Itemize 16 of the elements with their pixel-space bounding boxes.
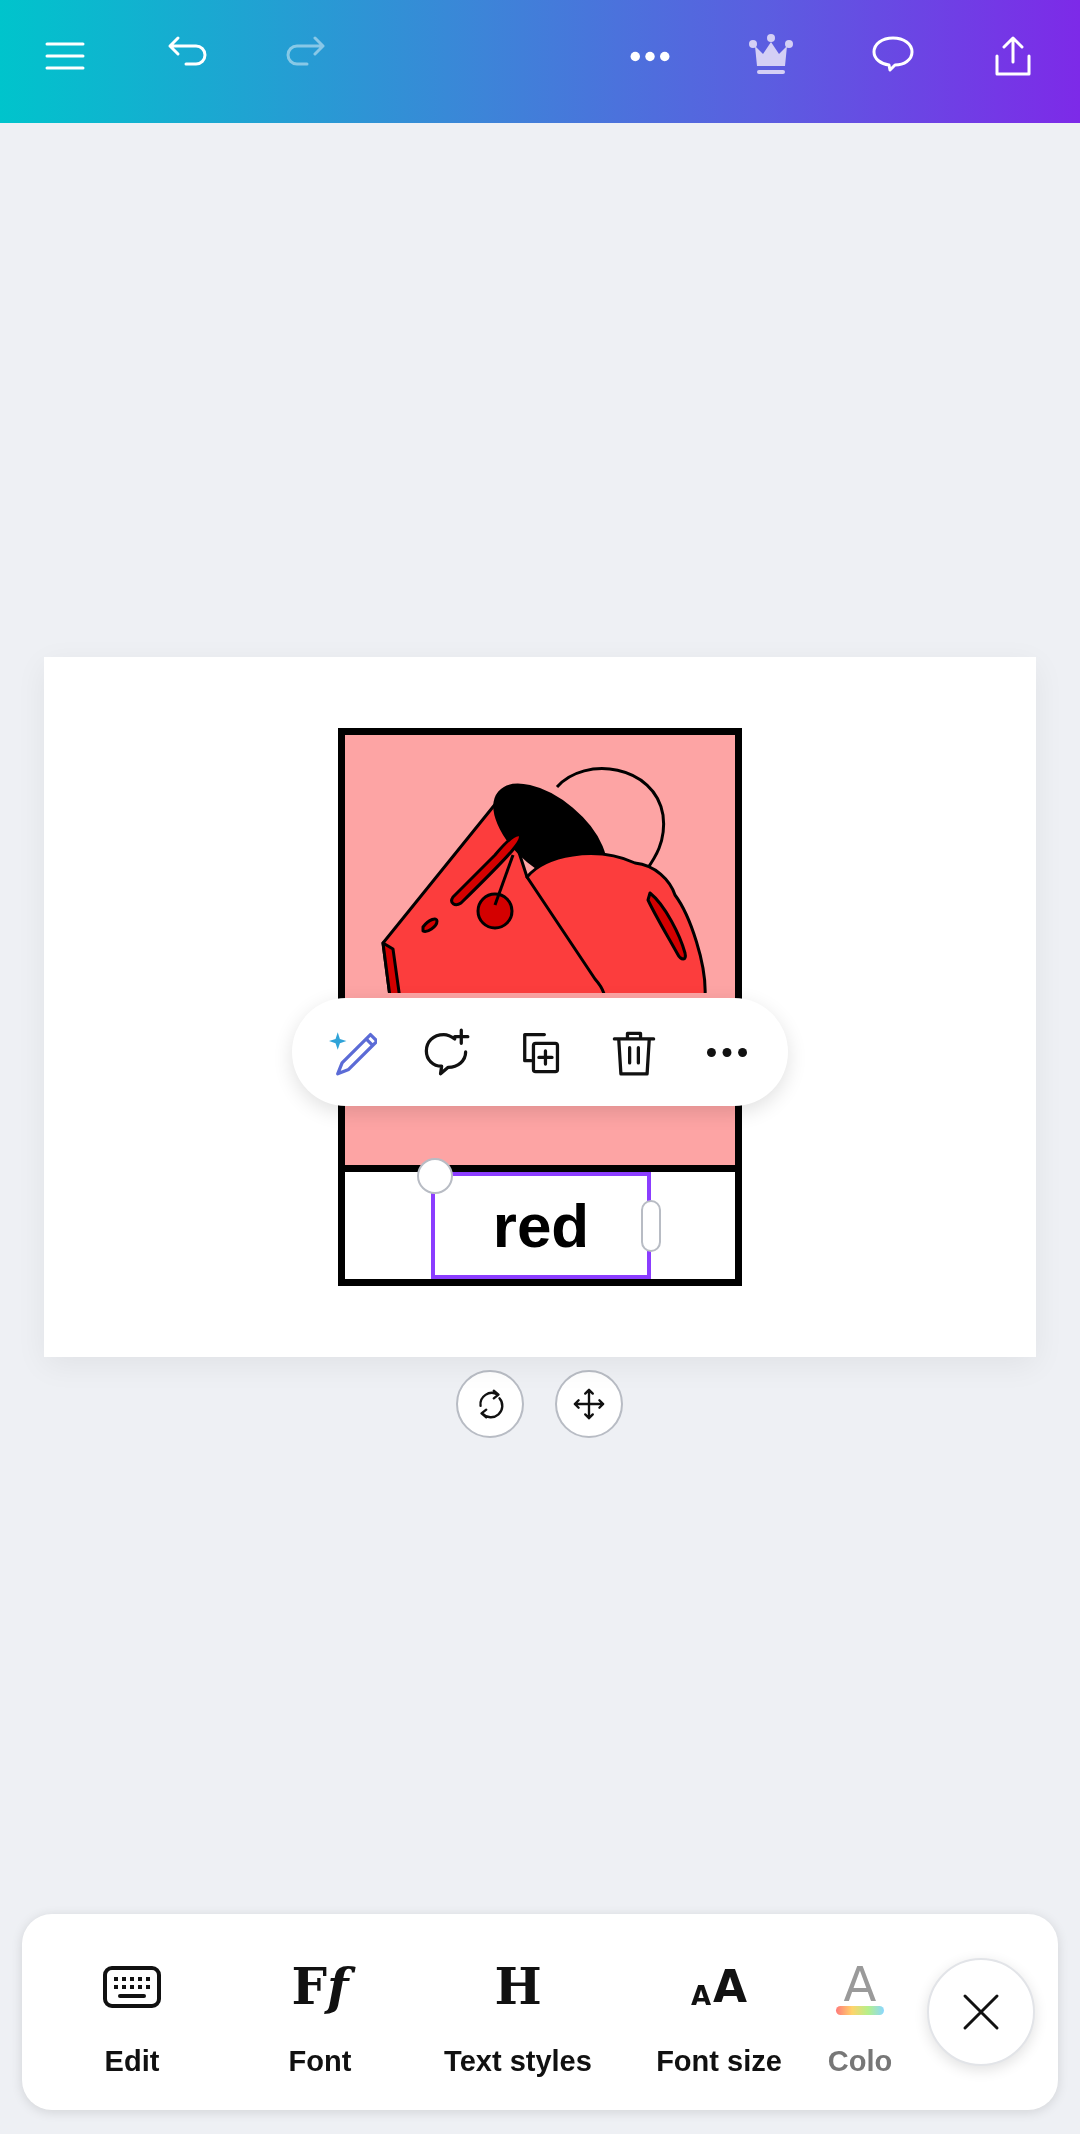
serif-tool-button[interactable]: H Text styles (398, 1914, 638, 2110)
comment-add-icon (422, 1028, 471, 1076)
resize-handle[interactable] (417, 1158, 453, 1194)
more-icon (707, 1047, 748, 1057)
size-tool-button[interactable]: AA Font size (638, 1914, 800, 2110)
more-icon (630, 50, 670, 62)
width-handle[interactable] (641, 1200, 661, 1252)
color-tool-button[interactable]: A Colo (800, 1914, 920, 2110)
keyboard-icon (102, 1965, 162, 2009)
heading-icon: H (486, 1955, 550, 2019)
font-size-icon: AA (690, 1965, 748, 2009)
font-icon: Ff (283, 1955, 357, 2019)
glyph-tool-button[interactable]: Ff Font (242, 1914, 398, 2110)
design-text: red (492, 1190, 590, 1262)
edit-tool-button[interactable]: Edit (22, 1914, 242, 2110)
move-icon (572, 1387, 606, 1421)
